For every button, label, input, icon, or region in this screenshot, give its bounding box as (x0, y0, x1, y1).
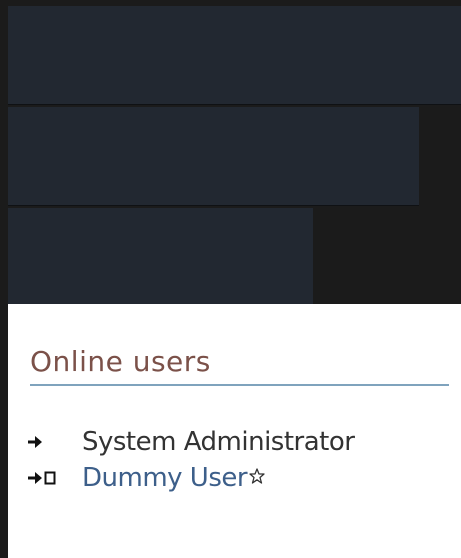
user-list: System Administrator Dummy User (28, 424, 355, 496)
header-block-1 (8, 6, 461, 105)
title-divider (30, 384, 449, 386)
row-icons (28, 436, 82, 448)
header-block-2 (8, 107, 419, 206)
row-icons (28, 471, 82, 485)
list-item-system-administrator: System Administrator (28, 424, 355, 460)
star-icon (249, 468, 265, 488)
arrow-right-icon (28, 436, 42, 448)
screen: Online users System Administrator Dummy … (0, 0, 461, 558)
user-name-system-administrator: System Administrator (82, 427, 355, 457)
online-users-panel: Online users System Administrator Dummy … (8, 304, 461, 558)
document-icon (44, 471, 56, 485)
user-link-dummy-user[interactable]: Dummy User (82, 462, 248, 494)
panel-title: Online users (30, 345, 211, 378)
list-item-dummy-user[interactable]: Dummy User (28, 460, 354, 496)
header-block-3 (8, 208, 313, 304)
arrow-right-icon (28, 472, 42, 484)
